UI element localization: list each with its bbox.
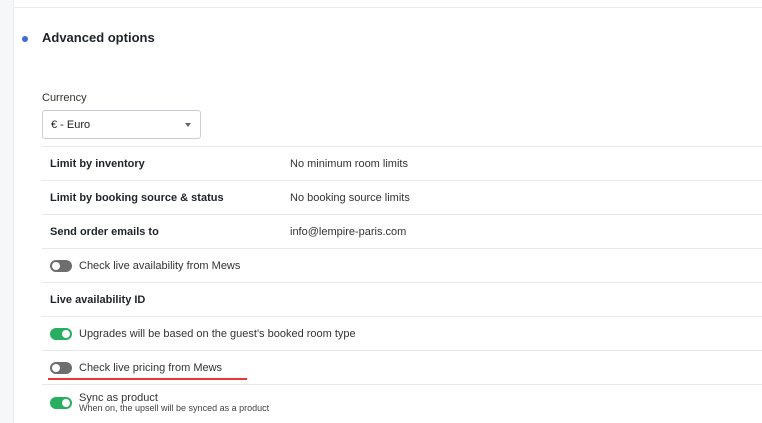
sync-as-product-row: Sync as product When on, the upsell will…	[42, 384, 762, 420]
section-title: Advanced options	[42, 30, 155, 45]
currency-select[interactable]: € - Euro	[42, 110, 201, 139]
send-order-emails-row[interactable]: Send order emails to info@lempire-paris.…	[42, 214, 762, 248]
toggle-label: Check live availability from Mews	[79, 259, 241, 272]
toggle-label: Upgrades will be based on the guest's bo…	[79, 327, 356, 340]
live-availability-id-row: Live availability ID	[42, 282, 762, 316]
chevron-down-icon	[185, 123, 191, 127]
row-label: Live availability ID	[50, 293, 146, 306]
toggle-label: Check live pricing from Mews	[79, 361, 223, 374]
live-pricing-toggle[interactable]	[50, 361, 72, 374]
row-value: info@lempire-paris.com	[290, 225, 407, 238]
row-label: Send order emails to	[50, 225, 159, 238]
live-availability-toggle[interactable]	[50, 259, 72, 272]
upgrades-toggle[interactable]	[50, 327, 72, 340]
row-label: Limit by booking source & status	[50, 191, 224, 204]
row-label: Limit by inventory	[50, 157, 145, 170]
currency-label: Currency	[42, 92, 87, 104]
advanced-options-page: Advanced options Currency € - Euro Limit…	[0, 0, 762, 423]
currency-selected-value: € - Euro	[51, 118, 91, 131]
upgrades-row: Upgrades will be based on the guest's bo…	[42, 316, 762, 350]
row-value: No minimum room limits	[290, 157, 408, 170]
highlight-underline	[48, 378, 247, 380]
toggle-label: Sync as product	[79, 391, 158, 404]
live-availability-row: Check live availability from Mews	[42, 248, 762, 282]
limit-by-booking-source-row[interactable]: Limit by booking source & status No book…	[42, 180, 762, 214]
sync-as-product-toggle[interactable]	[50, 396, 72, 409]
row-value: No booking source limits	[290, 191, 410, 204]
toggle-description: When on, the upsell will be synced as a …	[79, 402, 270, 413]
section-bullet-icon	[22, 36, 28, 42]
top-divider	[14, 7, 762, 8]
limit-by-inventory-row[interactable]: Limit by inventory No minimum room limit…	[42, 146, 762, 180]
left-rail	[0, 0, 14, 423]
